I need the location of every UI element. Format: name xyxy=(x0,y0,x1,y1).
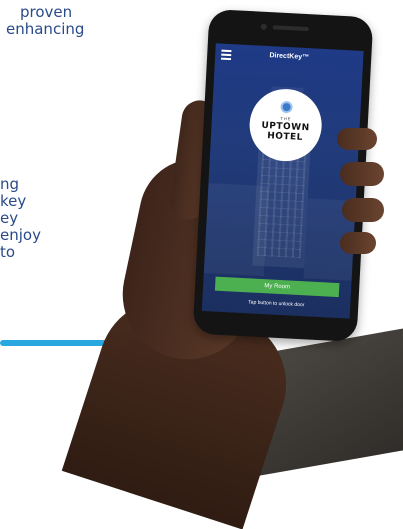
copy-line: enhancing xyxy=(6,20,85,38)
app-screen: DirectKey™ THE UPTOWN HOTEL My Room Tap … xyxy=(201,43,364,319)
copy-line: proven xyxy=(20,3,73,21)
app-title: DirectKey™ xyxy=(269,52,310,62)
unlock-hint-text: Tap button to unlock door xyxy=(248,299,305,309)
copy-line: ng xyxy=(0,175,20,193)
copy-line: to xyxy=(0,243,16,261)
app-header: DirectKey™ xyxy=(215,43,364,73)
marketing-copy-middle: ng key ey enjoy to xyxy=(0,176,41,261)
speaker-grille xyxy=(272,25,309,32)
marketing-copy-top: proven enhancing xyxy=(0,4,84,38)
hotel-emblem-icon xyxy=(280,100,293,114)
finger xyxy=(340,232,376,254)
camera-icon xyxy=(260,23,267,30)
finger xyxy=(340,162,384,186)
copy-line: ey xyxy=(0,209,19,227)
finger xyxy=(337,128,377,150)
my-room-button[interactable]: My Room xyxy=(214,276,340,298)
copy-line: enjoy xyxy=(0,226,41,244)
finger xyxy=(342,198,384,222)
copy-line: key xyxy=(0,192,27,210)
